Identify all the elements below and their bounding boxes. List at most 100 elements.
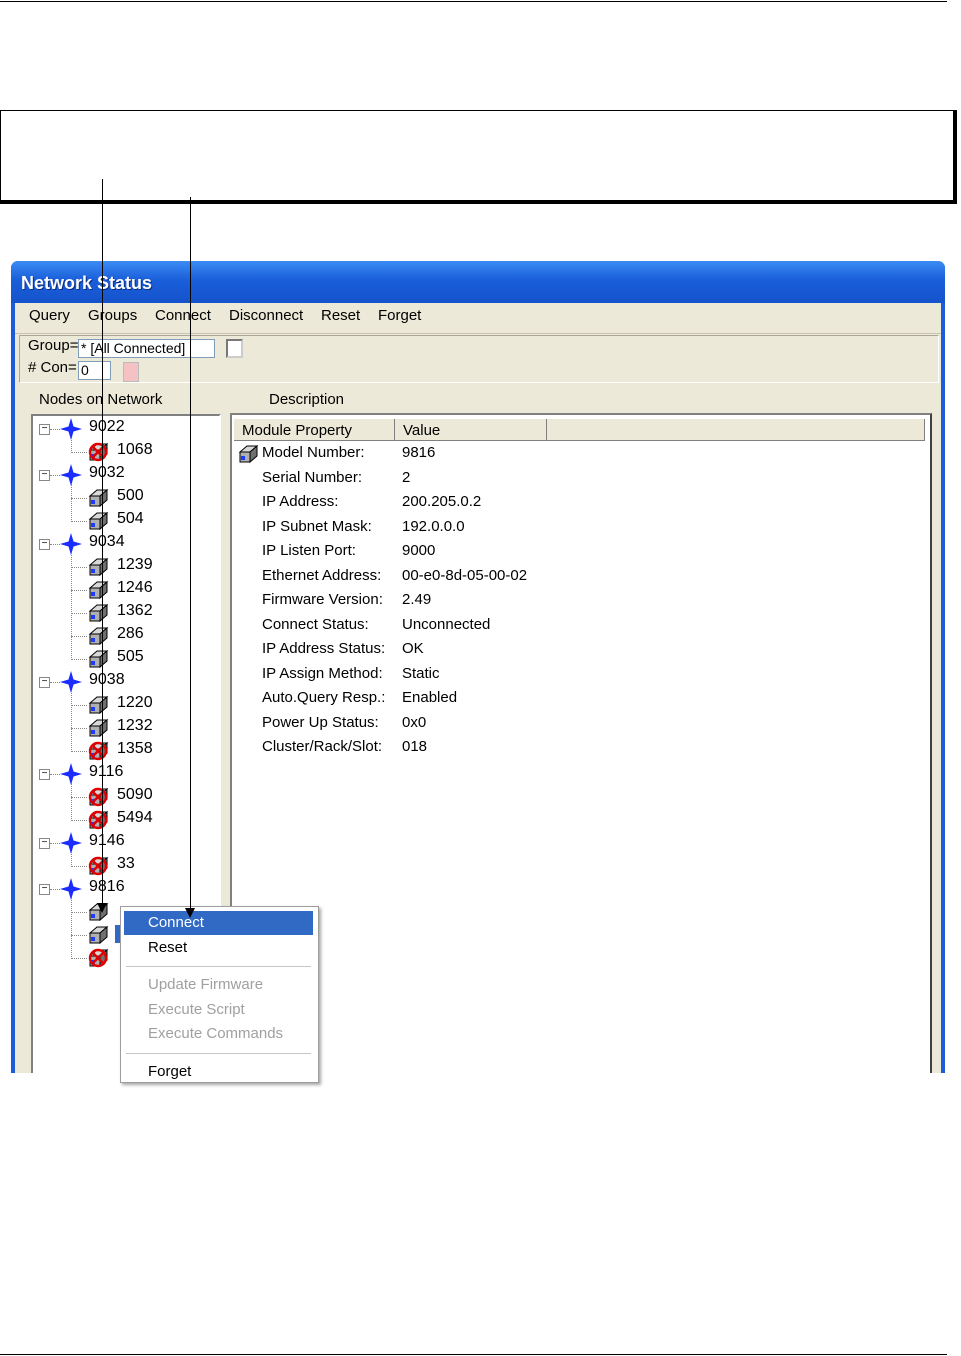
property-value: 9816 [402,444,436,461]
tree-connector [71,521,87,522]
tree-connector [71,866,87,867]
menu-bar: Query Groups Connect Disconnect Reset Forget [15,303,941,334]
tree-module-item[interactable]: 1362 [117,602,153,624]
tree-module-item[interactable]: 504 [117,510,144,532]
collapse-toggle[interactable]: − [39,424,50,435]
group-field[interactable]: * [All Connected] [78,339,215,358]
context-menu-reset[interactable]: Reset [124,936,313,960]
property-value: Static [402,664,440,682]
tree-module-item[interactable]: 1246 [117,579,153,601]
menu-forget[interactable]: Forget [378,307,421,324]
tree-connector [71,820,87,821]
tree-module-item[interactable]: 1358 [117,740,153,762]
tree-group-9146[interactable]: 9146 [89,832,125,854]
tree-group-9038[interactable]: 9038 [89,671,125,693]
tree-module-item[interactable]: 5494 [117,809,153,831]
tree-connector [71,728,87,729]
tree-connector [71,553,72,660]
con-status-indicator [123,362,139,382]
tree-module-item[interactable]: 1239 [117,556,153,578]
tree-module-item[interactable]: 286 [117,625,144,647]
property-value: Enabled [402,689,458,706]
context-menu-connect[interactable]: Connect [124,911,313,935]
context-menu-update-firmware: Update Firmware [148,976,264,993]
module-error-icon [87,787,109,812]
property-name: IP Listen Port: [262,542,356,559]
module-error-icon [87,948,109,973]
tree-connector [71,797,87,798]
module-icon [87,557,109,582]
tree-connector [71,705,87,706]
tree-header: Nodes on Network [39,391,163,408]
menu-groups[interactable]: Groups [88,307,137,324]
property-value: 9000 [402,542,436,559]
tree-connector [71,783,72,821]
property-value: 200.205.0.2 [402,493,482,510]
col-header-value[interactable]: Value [395,419,547,441]
collapse-toggle[interactable]: − [39,769,50,780]
property-name: Serial Number: [262,468,363,486]
tree-connector [71,751,87,752]
context-menu-execute-commands: Execute Commands [148,1025,284,1042]
module-icon [237,444,259,469]
collapse-toggle[interactable]: − [39,539,50,550]
tree-module-item[interactable]: 1232 [117,717,153,739]
context-menu-execute-script: Execute Script [148,1000,245,1018]
tree-connector [71,590,87,591]
property-value: Unconnected [402,615,491,633]
menu-query[interactable]: Query [29,307,70,324]
module-icon [87,488,109,513]
property-value: 018 [402,738,428,755]
property-name: IP Address: [262,493,339,510]
tree-module-item[interactable]: 1068 [117,441,153,463]
tree-connector [50,544,60,545]
tree-module-item[interactable]: 505 [117,648,144,670]
con-field[interactable]: 0 [78,361,111,380]
menu-reset[interactable]: Reset [321,307,360,324]
menu-disconnect[interactable]: Disconnect [229,307,303,324]
tree-connector [50,889,60,890]
property-name: Ethernet Address: [262,566,382,584]
tree-group-9816[interactable]: 9816 [89,878,125,900]
context-menu: Connect Reset Update Firmware Execute Scrip… [120,906,319,1083]
bottom-rule [0,1354,947,1355]
collapse-toggle[interactable]: − [39,884,50,895]
tree-connector [71,636,87,637]
module-icon [87,603,109,628]
tree-group-9032[interactable]: 9032 [89,464,125,486]
collapse-toggle[interactable]: − [39,470,50,481]
collapse-toggle[interactable]: − [39,677,50,688]
title-bar[interactable]: Network Status [11,261,945,303]
property-name: Power Up Status: [262,713,379,731]
callout-box [0,110,957,204]
menu-connect[interactable]: Connect [155,307,211,324]
context-menu-forget[interactable]: Forget [124,1060,313,1083]
description-pane: Module Property Value Model Number: 9816 S… [230,413,932,1073]
collapse-toggle[interactable]: − [39,838,50,849]
tree-connector [71,935,87,936]
tree-connector [71,898,72,959]
property-name: IP Address Status: [262,640,386,657]
tree-module-item[interactable]: 500 [117,487,144,509]
tree-connector [71,852,72,867]
filter-toolbar: Group= * [All Connected] # Con= 0 [19,335,939,383]
col-header-property[interactable]: Module Property [234,419,395,441]
tree-connector [71,438,72,453]
tree-module-item[interactable]: 33 [117,855,135,877]
property-name: Model Number: [262,444,365,461]
property-name: Auto.Query Resp.: [262,689,386,706]
group-extra-field[interactable] [226,339,243,358]
tree-connector [71,958,87,959]
property-name: Firmware Version: [262,591,383,608]
tree-module-item[interactable]: 1220 [117,694,153,716]
tree-group-9034[interactable]: 9034 [89,533,125,555]
tree-module-item[interactable]: 5090 [117,786,153,808]
tree-group-9022[interactable]: 9022 [89,418,125,440]
property-name: Connect Status: [262,615,369,633]
con-label: # Con= [28,359,77,376]
property-value: 00-e0-8d-05-00-02 [402,566,528,584]
property-value: 2 [402,468,411,486]
module-icon [87,580,109,605]
tree-connector [71,567,87,568]
tree-group-9116[interactable]: 9116 [89,763,123,785]
